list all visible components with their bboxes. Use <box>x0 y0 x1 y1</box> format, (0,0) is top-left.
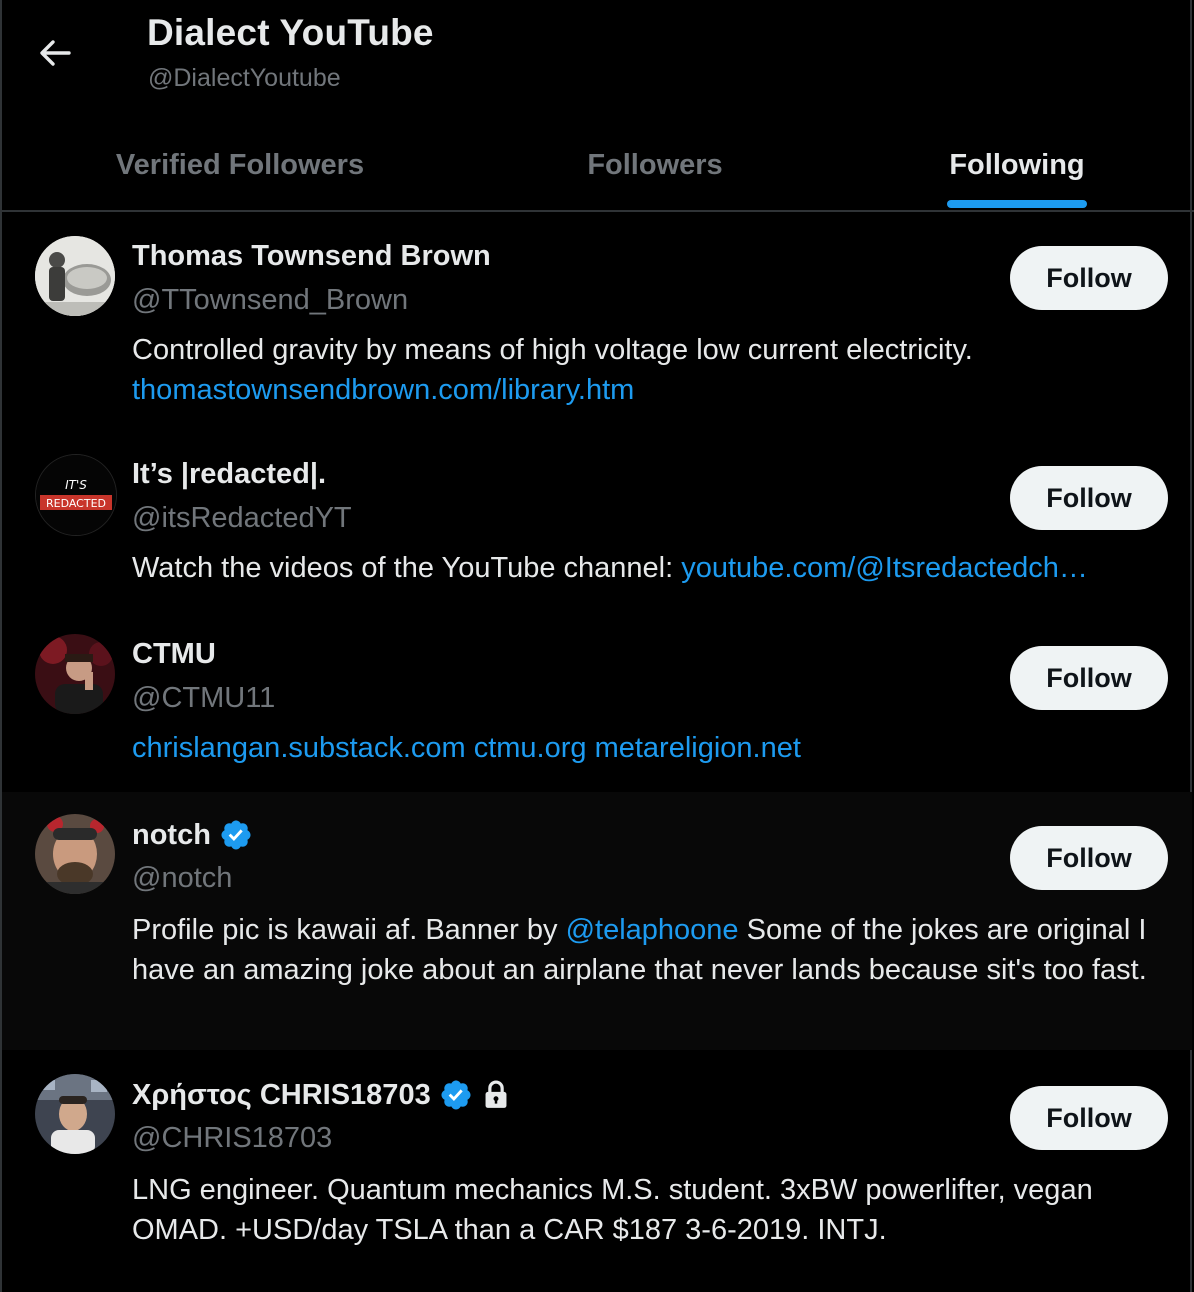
avatar[interactable] <box>35 236 115 316</box>
bio-text: Controlled gravity by means of high volt… <box>132 334 973 366</box>
bio-text: Profile pic is kawaii af. Banner by <box>132 914 566 946</box>
avatar-image: IT'S REDACTED <box>36 455 116 535</box>
avatar[interactable] <box>35 814 115 894</box>
avatar-image <box>35 1074 115 1154</box>
user-name[interactable]: It’s |redacted|. <box>132 458 326 491</box>
user-handle[interactable]: @CTMU11 <box>132 682 275 715</box>
tab-verified-followers[interactable]: Verified Followers <box>60 120 420 210</box>
page-handle: @DialectYoutube <box>148 64 341 92</box>
user-cell[interactable]: CTMU @CTMU11 Follow chrislangan.substack… <box>2 612 1192 790</box>
user-handle[interactable]: @TTownsend_Brown <box>132 284 408 317</box>
avatar[interactable]: IT'S REDACTED <box>35 454 117 536</box>
user-cell[interactable]: Χρήστος CHRIS18703 @CHRIS18703 Follow LN… <box>2 1052 1192 1292</box>
user-name[interactable]: CTMU <box>132 638 216 671</box>
tab-following[interactable]: Following <box>837 120 1194 210</box>
follow-button[interactable]: Follow <box>1010 646 1168 710</box>
user-cell[interactable]: Thomas Townsend Brown @TTownsend_Brown F… <box>2 214 1192 432</box>
user-name[interactable]: Χρήστος CHRIS18703 <box>132 1079 431 1112</box>
user-handle[interactable]: @CHRIS18703 <box>132 1122 332 1155</box>
user-name[interactable]: Thomas Townsend Brown <box>132 240 491 273</box>
verified-badge-icon <box>441 1080 471 1110</box>
bio-link[interactable]: youtube.com/@Itsredactedch… <box>681 552 1088 584</box>
tab-followers[interactable]: Followers <box>475 120 835 210</box>
avatar-text-top: IT'S <box>65 478 87 492</box>
bio-mention-link[interactable]: @telaphoone <box>566 914 739 946</box>
avatar[interactable] <box>35 1074 115 1154</box>
back-button[interactable] <box>30 28 80 78</box>
tab-bar: Verified Followers Followers Following <box>0 120 1194 212</box>
user-cell[interactable]: notch @notch Follow Profile pic is kawai… <box>2 792 1192 1050</box>
user-name-row: notch <box>132 818 253 852</box>
user-bio: Watch the videos of the YouTube channel:… <box>132 548 1162 588</box>
user-name-row: Thomas Townsend Brown <box>132 240 491 273</box>
arrow-left-icon <box>40 40 71 66</box>
follow-button[interactable]: Follow <box>1010 1086 1168 1150</box>
verified-badge-icon <box>221 820 251 850</box>
avatar[interactable] <box>35 634 115 714</box>
user-name[interactable]: notch <box>132 819 211 852</box>
avatar-image <box>35 236 115 316</box>
bio-link[interactable]: thomastownsendbrown.com/library.htm <box>132 370 1162 410</box>
user-bio: LNG engineer. Quantum mechanics M.S. stu… <box>132 1174 1093 1246</box>
user-handle[interactable]: @notch <box>132 862 232 895</box>
user-handle[interactable]: @itsRedactedYT <box>132 502 352 535</box>
follow-button[interactable]: Follow <box>1010 466 1168 530</box>
user-bio: Controlled gravity by means of high volt… <box>132 330 1162 410</box>
bio-text: Watch the videos of the YouTube channel: <box>132 552 682 584</box>
user-name-row: It’s |redacted|. <box>132 458 326 491</box>
avatar-image <box>35 814 115 894</box>
active-tab-indicator <box>947 200 1087 208</box>
avatar-text-bottom: REDACTED <box>46 497 106 510</box>
follow-button[interactable]: Follow <box>1010 826 1168 890</box>
user-bio: Profile pic is kawaii af. Banner by @tel… <box>132 910 1162 990</box>
bio-link[interactable]: chrislangan.substack.com ctmu.org metare… <box>132 732 801 764</box>
user-name-row: CTMU <box>132 638 216 671</box>
follow-button[interactable]: Follow <box>1010 246 1168 310</box>
lock-icon <box>485 1080 507 1108</box>
avatar-image <box>35 634 115 714</box>
user-name-row: Χρήστος CHRIS18703 <box>132 1078 511 1112</box>
user-cell[interactable]: IT'S REDACTED It’s |redacted|. @itsRedac… <box>2 432 1192 610</box>
page-title: Dialect YouTube <box>147 12 434 53</box>
profile-header: Dialect YouTube @DialectYoutube <box>0 0 1194 120</box>
user-bio: chrislangan.substack.com ctmu.org metare… <box>132 728 1162 768</box>
